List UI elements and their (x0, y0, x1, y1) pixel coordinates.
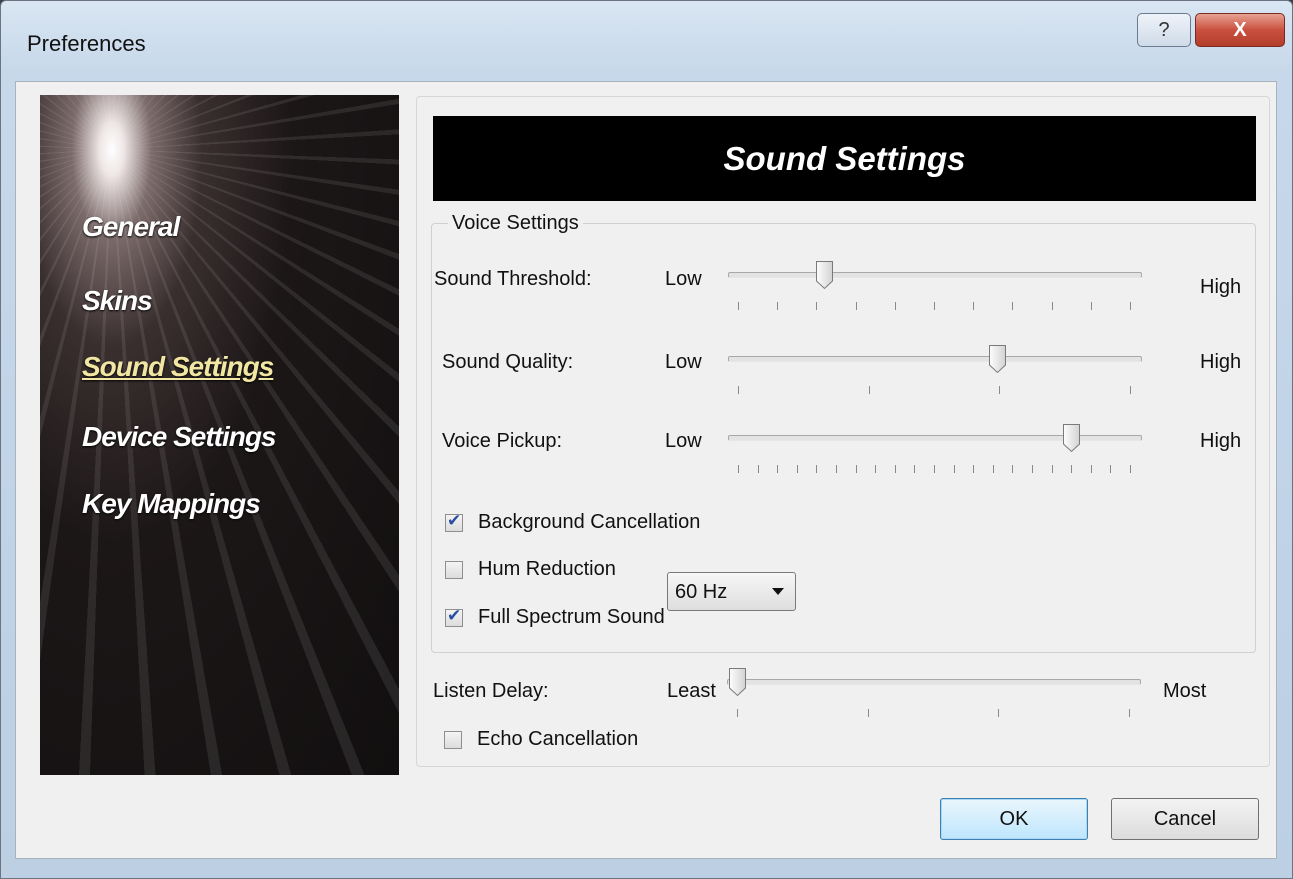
slider-tick (954, 465, 955, 473)
slider-ticks (738, 465, 1131, 475)
slider-tick (875, 465, 876, 473)
dialog-client-area: General Skins Sound Settings Device Sett… (15, 81, 1277, 859)
slider-track[interactable] (728, 356, 1142, 362)
sound-quality-label: Sound Quality: (442, 351, 574, 373)
navigation-panel: General Skins Sound Settings Device Sett… (40, 95, 399, 775)
slider-tick (993, 465, 994, 473)
echo-cancellation-checkbox[interactable] (444, 731, 462, 749)
slider-tick (973, 302, 974, 310)
close-button[interactable]: X (1195, 13, 1285, 47)
full-spectrum-sound-label: Full Spectrum Sound (478, 606, 665, 628)
background-cancellation-label: Background Cancellation (478, 511, 701, 533)
slider-tick (973, 465, 974, 473)
slider-tick (816, 302, 817, 310)
voice-pickup-high-label: High (1200, 430, 1242, 452)
slider-tick (998, 709, 999, 717)
slider-tick (758, 465, 759, 473)
slider-ticks (737, 709, 1130, 719)
sound-threshold-low-label: Low (665, 268, 702, 290)
slider-tick (777, 465, 778, 473)
sound-threshold-label: Sound Threshold: (434, 268, 592, 290)
slider-tick (1012, 302, 1013, 310)
slider-tick (797, 465, 798, 473)
full-spectrum-sound-checkbox[interactable] (445, 606, 463, 627)
sound-quality-high-label: High (1200, 351, 1242, 373)
dropdown-arrow-icon (772, 588, 784, 595)
hum-frequency-dropdown[interactable]: 60 Hz (667, 572, 796, 611)
slider-tick (895, 465, 896, 473)
slider-tick (868, 709, 869, 717)
cancel-button[interactable]: Cancel (1111, 798, 1259, 840)
slider-tick (1052, 465, 1053, 473)
slider-tick (1130, 386, 1131, 394)
slider-tick (934, 465, 935, 473)
sound-quality-slider[interactable] (728, 345, 1142, 394)
listen-delay-label: Listen Delay: (433, 680, 549, 702)
window-title: Preferences (27, 31, 146, 56)
slider-thumb[interactable] (988, 344, 1007, 374)
slider-tick (1129, 709, 1130, 717)
slider-tick (738, 465, 739, 473)
listen-delay-slider[interactable] (727, 668, 1141, 717)
help-button[interactable]: ? (1137, 13, 1191, 47)
slider-tick (816, 465, 817, 473)
slider-track[interactable] (728, 272, 1142, 278)
slider-thumb[interactable] (815, 260, 834, 290)
sound-threshold-slider[interactable] (728, 261, 1142, 310)
slider-tick (1052, 302, 1053, 310)
slider-tick (836, 465, 837, 473)
slider-thumb[interactable] (1062, 423, 1081, 453)
slider-tick (777, 302, 778, 310)
sound-settings-panel: Sound Settings Voice Settings Sound Thre… (416, 96, 1270, 767)
slider-tick (914, 465, 915, 473)
listen-delay-most-label: Most (1163, 680, 1207, 702)
slider-ticks (738, 386, 1131, 396)
listen-delay-least-label: Least (667, 680, 716, 702)
slider-tick (1130, 302, 1131, 310)
voice-settings-group: Voice Settings Sound Threshold: Low High… (431, 212, 1256, 653)
slider-tick (738, 302, 739, 310)
slider-tick (895, 302, 896, 310)
slider-tick (1032, 465, 1033, 473)
nav-item-general[interactable]: General (82, 211, 180, 243)
slider-tick (737, 709, 738, 717)
slider-tick (1091, 465, 1092, 473)
slider-ticks (738, 302, 1131, 312)
hum-frequency-value: 60 Hz (675, 581, 728, 603)
preferences-window: Preferences ? X General Skins Sound Sett… (0, 0, 1293, 879)
slider-thumb[interactable] (728, 667, 747, 697)
nav-item-key-mappings[interactable]: Key Mappings (82, 488, 261, 520)
slider-tick (1012, 465, 1013, 473)
slider-tick (999, 386, 1000, 394)
nav-item-sound-settings[interactable]: Sound Settings (82, 351, 274, 383)
background-cancellation-checkbox[interactable] (445, 511, 463, 532)
voice-pickup-slider[interactable] (728, 424, 1142, 473)
sound-quality-low-label: Low (665, 351, 702, 373)
hum-reduction-label: Hum Reduction (478, 558, 616, 580)
slider-tick (869, 386, 870, 394)
voice-pickup-low-label: Low (665, 430, 702, 452)
slider-track[interactable] (727, 679, 1141, 685)
slider-tick (738, 386, 739, 394)
echo-cancellation-label: Echo Cancellation (477, 728, 639, 750)
ok-button[interactable]: OK (940, 798, 1088, 840)
slider-tick (934, 302, 935, 310)
voice-settings-legend: Voice Settings (448, 212, 583, 235)
sound-threshold-high-label: High (1200, 276, 1242, 298)
slider-tick (856, 302, 857, 310)
slider-tick (1091, 302, 1092, 310)
nav-item-skins[interactable]: Skins (82, 285, 153, 317)
nav-item-device-settings[interactable]: Device Settings (82, 421, 277, 453)
slider-tick (1130, 465, 1131, 473)
voice-pickup-label: Voice Pickup: (442, 430, 563, 452)
hum-reduction-checkbox[interactable] (445, 561, 463, 579)
slider-tick (1071, 465, 1072, 473)
slider-tick (1110, 465, 1111, 473)
section-header: Sound Settings (433, 116, 1256, 201)
slider-tick (856, 465, 857, 473)
